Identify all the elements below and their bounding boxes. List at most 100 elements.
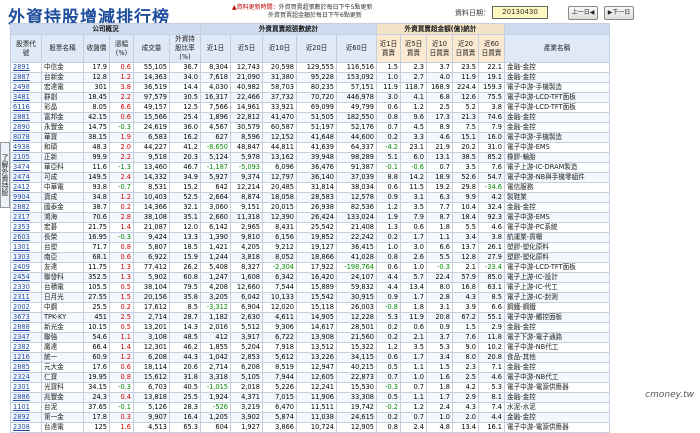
foreign-holding-info-tab[interactable]: 了解外資持股 — [0, 142, 10, 208]
column-header[interactable]: 近1日 — [200, 34, 231, 63]
column-header[interactable]: 近20日 — [296, 34, 337, 63]
stock-code-link[interactable]: 3673 — [10, 312, 42, 323]
stock-code-link[interactable]: 2891 — [10, 62, 42, 73]
table-row[interactable]: 2886 兆豐金 24.3 0.4 13,818 25.5 1,924 4,371 7,015 1… — [10, 392, 610, 403]
table-row[interactable]: 9904 寶成 34.8 1.2 10,403 52.5 2,664 8,874 18,058 2… — [10, 192, 610, 203]
stock-code-link[interactable]: 2603 — [10, 232, 42, 243]
stock-code-link[interactable]: 2888 — [10, 322, 42, 333]
table-row[interactable]: 2308 台達電 125 1.6 4,513 65.3 604 1,927 3,866 10,72… — [10, 422, 610, 433]
table-row[interactable]: 2498 宏達電 301 3.8 36,519 14.4 4,030 40,982 58,703… — [10, 82, 610, 93]
stock-code-link[interactable]: 2885 — [10, 362, 42, 373]
stock-code-link[interactable]: 2409 — [10, 262, 42, 273]
stock-code-link[interactable]: 2330 — [10, 282, 42, 293]
table-row[interactable]: 2890 永豐金 14.75 -0.3 24,619 36.0 4,567 30,579 60,… — [10, 122, 610, 133]
table-row[interactable]: 4938 和碩 48.3 2.0 44,227 41.2 -8,650 48,847 44,81… — [10, 142, 610, 153]
stock-code-link[interactable]: 2301 — [10, 382, 42, 393]
cell-value: 34.8 — [83, 192, 110, 203]
table-row[interactable]: 2353 宏碁 21.75 1.4 21,087 12.0 6,142 2,965 8,431 2… — [10, 222, 610, 233]
stock-code-link[interactable]: 2881 — [10, 112, 42, 123]
column-header[interactable]: 收盤價 — [83, 34, 110, 63]
stock-code-link[interactable]: 2311 — [10, 292, 42, 303]
stock-code-link[interactable]: 2308 — [10, 422, 42, 433]
stock-code-link[interactable]: 8078 — [10, 132, 42, 143]
prev-day-button[interactable]: 上一日◀ — [568, 6, 598, 20]
stock-code-link[interactable]: 3474 — [10, 162, 42, 173]
table-row[interactable]: 1101 台泥 37.65 -0.1 5,126 28.3 -526 3,219 6,470 11… — [10, 402, 610, 413]
table-row[interactable]: 2881 富邦金 42.15 0.6 15,566 25.4 1,896 22,812 41,4… — [10, 112, 610, 123]
cell-value: 13,226 — [296, 352, 337, 363]
stock-code-link[interactable]: 2347 — [10, 332, 42, 343]
column-header[interactable]: 近20日買賣 — [452, 34, 479, 63]
next-day-button[interactable]: ▶下一日 — [604, 6, 634, 20]
column-header[interactable]: 近5日 — [230, 34, 263, 63]
table-row[interactable]: 6116 彩晶 8.05 6.6 49,157 12.5 7,566 14,961 33,921… — [10, 102, 610, 113]
column-header[interactable]: 近10日買賣 — [426, 34, 453, 63]
stock-code-link[interactable]: 2002 — [10, 302, 42, 313]
stock-code-link[interactable]: 6116 — [10, 102, 42, 113]
table-row[interactable]: 2882 國泰金 38.7 0.2 14,366 32.1 3,060 9,151 20,015… — [10, 202, 610, 213]
column-header[interactable]: 近5日買賣 — [400, 34, 427, 63]
table-row[interactable]: 2347 聯強 54.6 1.1 3,108 48.5 412 3,917 6,722 13,90… — [10, 332, 610, 343]
cell-value: 21.75 — [83, 222, 110, 233]
table-row[interactable]: 2330 台積電 105.5 0.5 38,104 79.5 4,208 12,660 7,54… — [10, 282, 610, 293]
stock-code-link[interactable]: 2892 — [10, 412, 42, 423]
stock-code-link[interactable]: 2498 — [10, 82, 42, 93]
stock-code-link[interactable]: 2882 — [10, 202, 42, 213]
table-row[interactable]: 2317 鴻海 70.6 2.8 38,108 35.1 2,660 11,318 12,390… — [10, 212, 610, 223]
table-row[interactable]: 2892 第一金 17.8 0.3 9,907 16.4 1,205 3,902 5,874 11… — [10, 412, 610, 423]
column-header[interactable]: 成交量 — [133, 34, 170, 63]
stock-code-link[interactable]: 2105 — [10, 152, 42, 163]
table-row[interactable]: 2105 正新 99.9 2.2 9,518 20.3 5,124 5,978 13,162 39… — [10, 152, 610, 163]
table-row[interactable]: 2474 可成 149.5 2.4 14,332 34.9 5,927 9,374 12,797… — [10, 172, 610, 183]
stock-code-link[interactable]: 2412 — [10, 182, 42, 193]
table-row[interactable]: 3673 TPK-KY 451 2.5 2,714 28.7 1,182 2,630 4,611… — [10, 312, 610, 323]
stock-code-link[interactable]: 3481 — [10, 92, 42, 103]
column-header[interactable]: 近1日買賣 — [376, 34, 401, 63]
table-row[interactable]: 1301 台塑 71.7 0.8 5,807 18.5 1,421 4,205 9,212 19,… — [10, 242, 610, 253]
column-header[interactable]: 外資持股比率(%) — [169, 34, 201, 63]
stock-code-link[interactable]: 1303 — [10, 252, 42, 263]
column-header[interactable]: 近60日 — [336, 34, 377, 63]
stock-code-link[interactable]: 2474 — [10, 172, 42, 183]
table-row[interactable]: 2311 日月光 27.55 1.5 20,156 35.8 3,205 6,042 10,13… — [10, 292, 610, 303]
table-row[interactable]: 1303 南亞 68.1 0.6 6,922 15.9 1,244 3,818 8,052 18,… — [10, 252, 610, 263]
stock-code-link[interactable]: 2886 — [10, 392, 42, 403]
column-header[interactable]: 近10日 — [262, 34, 297, 63]
stock-code-link[interactable]: 2887 — [10, 72, 42, 83]
stock-code-link[interactable]: 2454 — [10, 272, 42, 283]
stock-code-link[interactable]: 4938 — [10, 142, 42, 153]
table-row[interactable]: 8078 華寶 38.15 1.9 6,583 16.2 627 8,596 12,152 41,… — [10, 132, 610, 143]
table-row[interactable]: 3481 群創 18.45 2.2 97,579 30.5 16,317 22,466 37,7… — [10, 92, 610, 103]
stock-code-link[interactable]: 1216 — [10, 352, 42, 363]
stock-code-link[interactable]: 9904 — [10, 192, 42, 203]
table-row[interactable]: 2409 友達 11.75 1.3 77,412 26.2 5,408 8,327 -2,304… — [10, 262, 610, 273]
table-row[interactable]: 2888 新光金 10.15 0.5 13,201 14.3 2,016 5,512 9,306… — [10, 322, 610, 333]
table-row[interactable]: 2324 仁寶 19.95 0.8 15,612 31.8 3,318 5,105 7,944 1… — [10, 372, 610, 383]
table-row[interactable]: 2603 長榮 16.95 -0.3 9,424 13.3 1,390 9,810 6,156 1… — [10, 232, 610, 243]
stock-code-link[interactable]: 2382 — [10, 342, 42, 353]
column-header[interactable]: 產業名稱 — [504, 34, 610, 63]
date-input[interactable]: 20130430 — [492, 6, 548, 19]
stock-code-link[interactable]: 2890 — [10, 122, 42, 133]
table-row[interactable]: 2454 聯發科 352.5 1.3 5,902 60.8 1,247 1,608 6,342 1… — [10, 272, 610, 283]
column-header[interactable]: 漲幅(%) — [109, 34, 134, 63]
table-row[interactable]: 2412 中華電 93.8 -0.7 8,531 15.2 642 12,214 20,485 3… — [10, 182, 610, 193]
table-row[interactable]: 1216 統一 60.9 1.2 6,208 44.3 1,042 2,853 5,612 13,… — [10, 352, 610, 363]
table-row[interactable]: 2891 中信金 17.9 0.6 55,105 36.7 8,304 12,743 20,59… — [10, 62, 610, 73]
cell-value: 5.7 — [400, 272, 427, 283]
stock-code-link[interactable]: 2317 — [10, 212, 42, 223]
column-header[interactable]: 股票代號 — [10, 34, 42, 63]
stock-code-link[interactable]: 1301 — [10, 242, 42, 253]
table-row[interactable]: 2885 元大金 17.6 0.6 18,114 20.6 2,714 6,208 8,519 1… — [10, 362, 610, 373]
table-row[interactable]: 3474 華亞科 11.6 -1.3 13,460 46.7 -1,187 -5,093 6,0… — [10, 162, 610, 173]
stock-code-link[interactable]: 2353 — [10, 222, 42, 233]
column-header[interactable]: 股票名稱 — [41, 34, 84, 63]
table-row[interactable]: 2382 廣達 66.4 1.4 12,301 46.2 1,855 5,204 7,918 13… — [10, 342, 610, 353]
stock-code-link[interactable]: 1101 — [10, 402, 42, 413]
table-row[interactable]: 2002 中鋼 25.5 0.2 17,612 8.5 -3,312 6,904 12,020 1… — [10, 302, 610, 313]
table-row[interactable]: 2887 台新金 12.8 1.2 14,363 34.0 7,618 21,090 31,38… — [10, 72, 610, 83]
column-header[interactable]: 近60日買賣 — [478, 34, 505, 63]
stock-name: 宏達電 — [41, 82, 84, 93]
stock-code-link[interactable]: 2324 — [10, 372, 42, 383]
table-row[interactable]: 2301 光寶科 34.15 -0.3 6,703 40.5 -1,015 2,018 5,22… — [10, 382, 610, 393]
